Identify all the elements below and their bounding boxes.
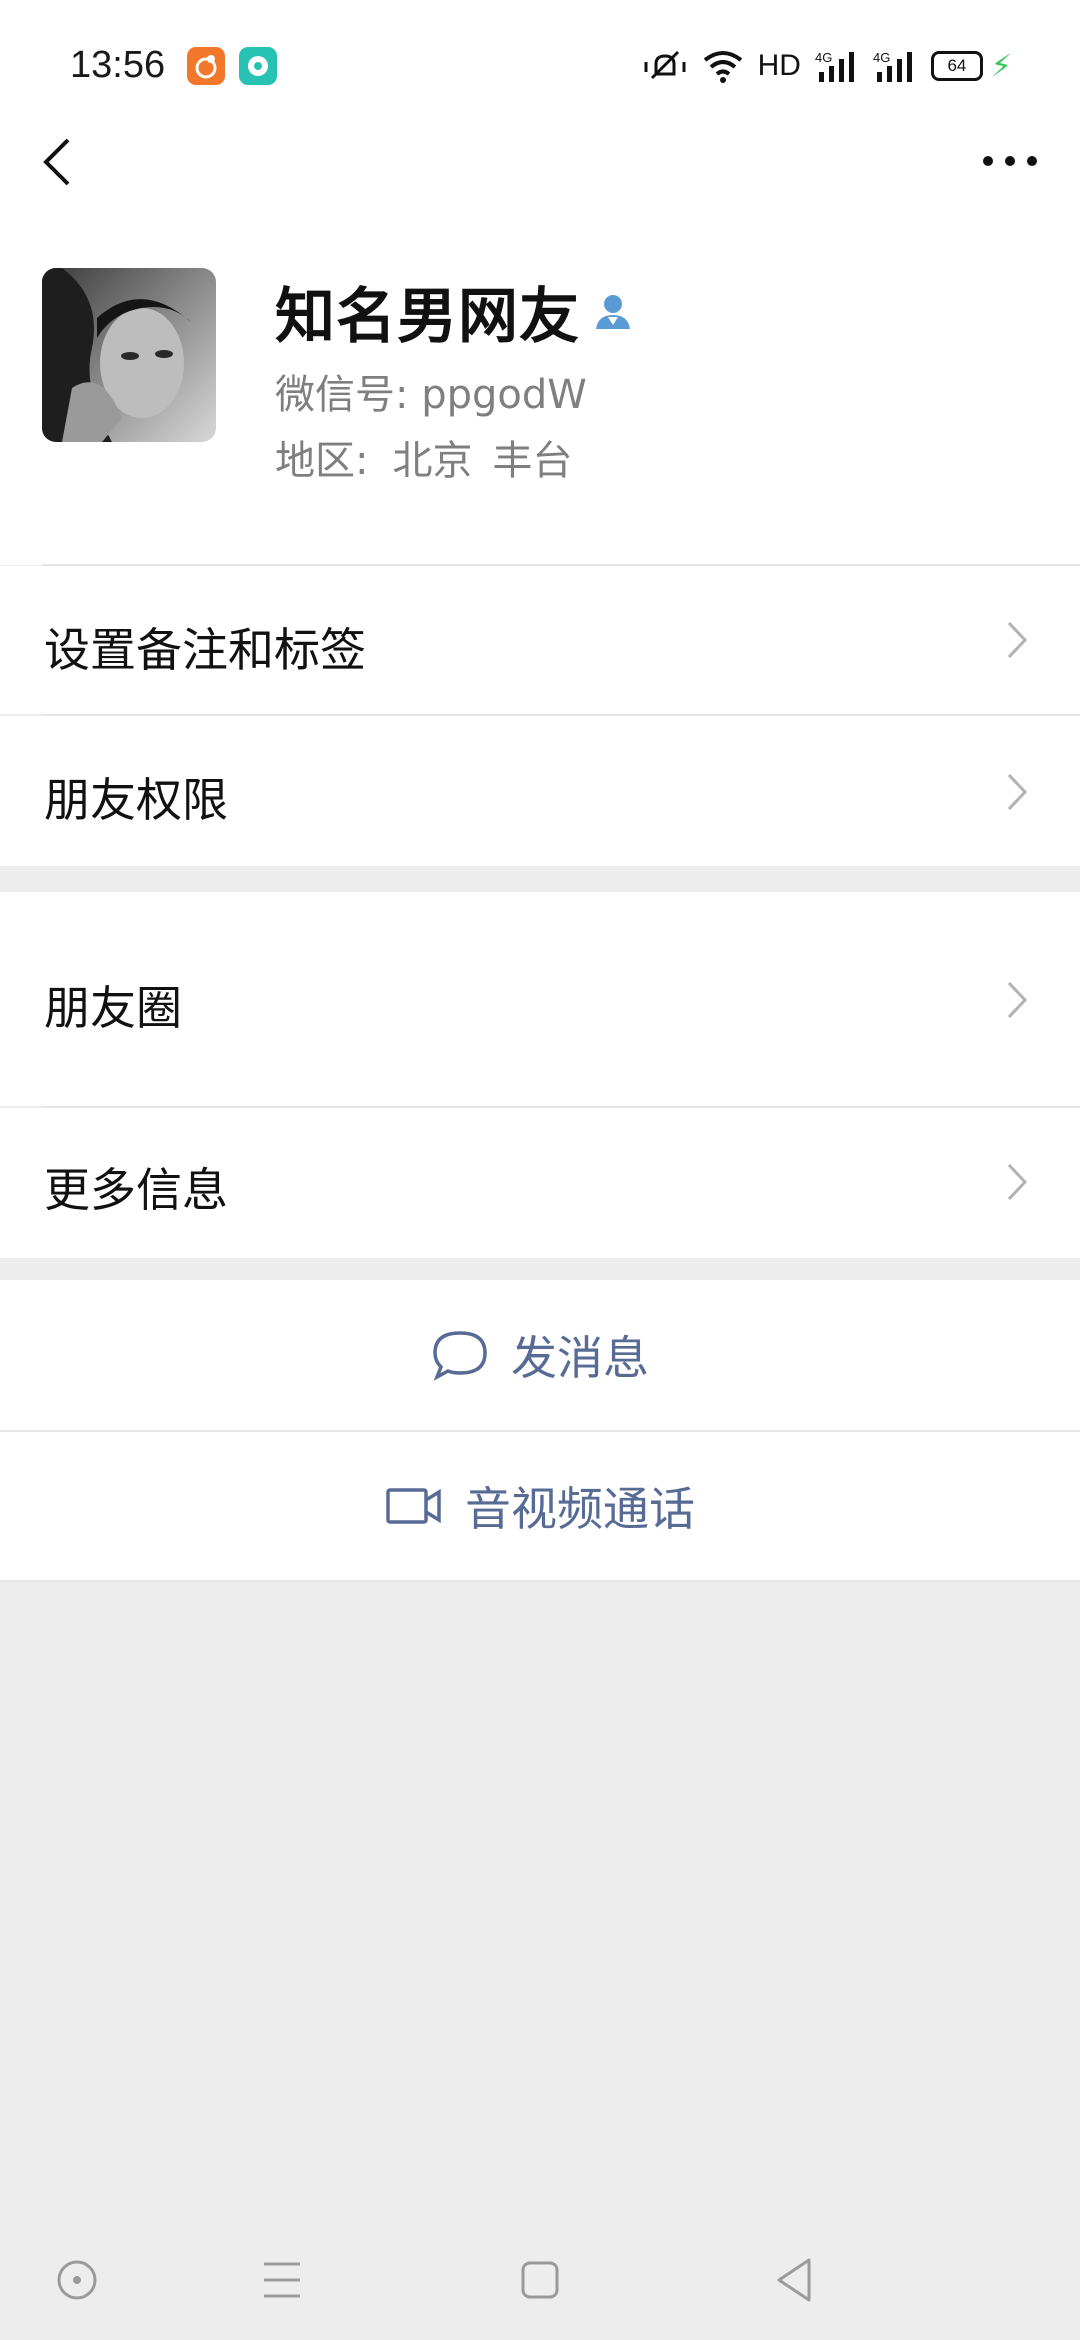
friend-permission-row[interactable]: 朋友权限 <box>0 716 1080 866</box>
chat-bubble-icon <box>433 1331 487 1381</box>
assistant-icon[interactable] <box>47 2250 107 2310</box>
battery-icon: 64 <box>930 51 983 81</box>
battery-level: 64 <box>947 56 967 75</box>
back-nav-icon[interactable] <box>765 2250 825 2310</box>
send-message-button[interactable]: 发消息 <box>0 1280 1080 1430</box>
nickname: 知名男网友 <box>275 282 580 352</box>
name-row: 知名男网友 <box>275 268 634 355</box>
more-dots-icon[interactable] <box>980 150 1040 172</box>
message-app-icon <box>239 47 277 85</box>
chevron-right-icon <box>1007 1163 1028 1201</box>
divider <box>0 1580 1080 1582</box>
send-message-label: 发消息 <box>511 1331 649 1385</box>
signal-4g-icon: 4G <box>815 50 854 82</box>
friend-permission-label: 朋友权限 <box>44 773 228 827</box>
set-remark-label: 设置备注和标签 <box>44 623 366 677</box>
video-call-button[interactable]: 音视频通话 <box>0 1432 1080 1580</box>
svg-text:4G: 4G <box>873 50 890 65</box>
more-info-label: 更多信息 <box>44 1163 228 1217</box>
wechat-id-label: 微信号: <box>275 372 409 418</box>
wechat-id: 微信号: ppgodW <box>275 362 587 420</box>
video-camera-icon <box>386 1488 441 1524</box>
avatar[interactable] <box>42 268 216 442</box>
set-remark-row[interactable]: 设置备注和标签 <box>0 566 1080 714</box>
vibrate-icon <box>644 50 686 80</box>
more-info-row[interactable]: 更多信息 <box>0 1108 1080 1258</box>
moments-row[interactable]: 朋友圈 <box>0 892 1080 1106</box>
network-label: HD <box>757 49 801 82</box>
wechat-id-value: ppgodW <box>421 372 587 418</box>
charging-icon: ⚡ <box>990 48 1012 84</box>
status-bar: 13:56 HD 4G 4G 64 ⚡ <box>0 0 1080 130</box>
menu-icon[interactable] <box>252 2250 312 2310</box>
signal-4g-icon: 4G <box>873 50 912 82</box>
region-label: 地区: <box>275 438 369 484</box>
back-arrow-icon[interactable] <box>36 134 80 190</box>
uc-browser-app-icon <box>187 47 225 85</box>
chevron-right-icon <box>1007 773 1028 811</box>
nav-bar <box>0 130 1080 240</box>
moments-label: 朋友圈 <box>44 981 182 1035</box>
chevron-right-icon <box>1007 621 1028 659</box>
wifi-icon <box>703 51 742 83</box>
contact-person-icon <box>596 294 630 329</box>
region: 地区: 北京 丰台 <box>275 428 572 486</box>
svg-text:4G: 4G <box>815 50 832 65</box>
region-city: 北京 <box>392 438 473 484</box>
region-district: 丰台 <box>492 438 573 484</box>
video-call-label: 音视频通话 <box>465 1482 695 1536</box>
home-icon[interactable] <box>510 2250 570 2310</box>
status-time: 13:56 <box>70 44 166 86</box>
status-indicators: HD 4G 4G 64 ⚡ <box>642 44 1012 88</box>
chevron-right-icon <box>1007 981 1028 1019</box>
